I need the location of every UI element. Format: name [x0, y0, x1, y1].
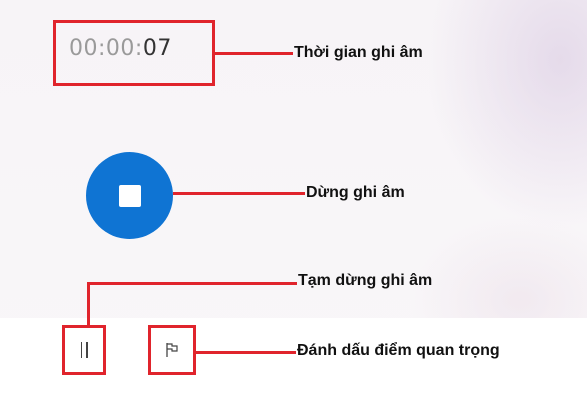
timer-callout: Thời gian ghi âm [294, 44, 423, 61]
pause-connector-horizontal [87, 282, 297, 285]
stop-recording-button[interactable] [86, 152, 173, 239]
timer-highlight-box [53, 20, 215, 86]
pause-callout: Tạm dừng ghi âm [298, 272, 433, 289]
flag-highlight-box [148, 325, 196, 375]
stop-callout: Dừng ghi âm [306, 184, 405, 201]
pause-highlight-box [62, 325, 106, 375]
timer-connector-line [215, 52, 293, 55]
stop-icon [118, 184, 141, 207]
stop-connector-line [173, 192, 305, 195]
pause-connector-vertical [87, 282, 90, 326]
flag-callout: Đánh dấu điểm quan trọng [297, 342, 500, 359]
flag-connector-line [196, 351, 296, 354]
